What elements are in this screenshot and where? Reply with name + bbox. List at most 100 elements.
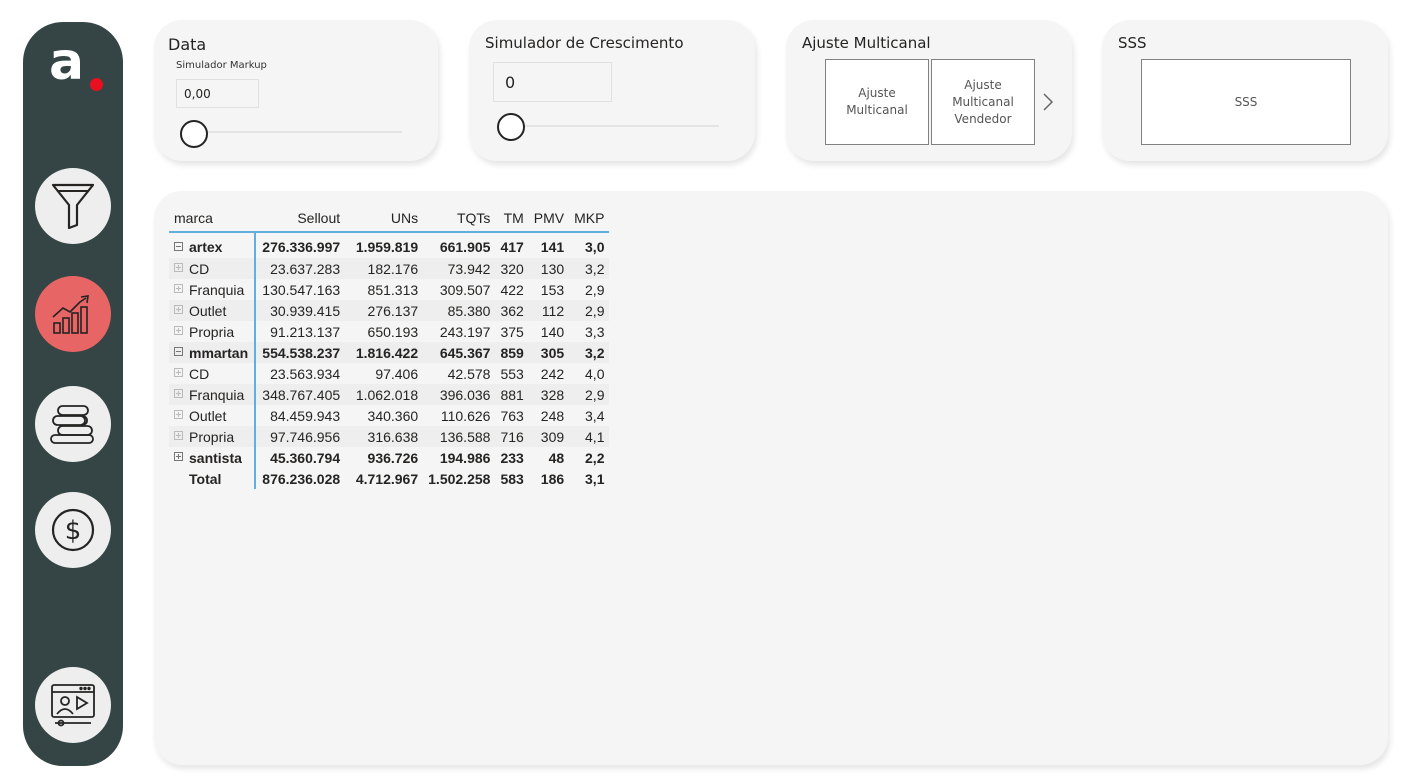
table-row: Propria 91.213.137 650.193 243.197 375 1… xyxy=(169,321,609,342)
row-label: Franquia xyxy=(169,279,257,300)
cell-uns: 936.726 xyxy=(367,449,419,466)
table-row: CD 23.637.283 182.176 73.942 320 130 3,2 xyxy=(169,258,610,279)
column-header-tqts[interactable]: TQTs xyxy=(423,205,496,233)
nav-filter-button[interactable] xyxy=(35,168,111,244)
expand-icon[interactable] xyxy=(174,263,183,273)
cell-tqts: 42.578 xyxy=(447,365,491,382)
expand-icon[interactable] xyxy=(174,410,183,420)
cell-uns: 316.638 xyxy=(345,426,424,447)
expand-icon[interactable] xyxy=(174,452,183,462)
cell-pmv: 153 xyxy=(540,281,565,298)
cell-pmv: 130 xyxy=(528,258,570,279)
cell-pmv: 141 xyxy=(540,239,565,255)
cell-tqts: 1.502.258 xyxy=(428,470,491,487)
multichannel-tile[interactable]: Ajuste Multicanal xyxy=(825,59,929,145)
cell-tqts: 309.507 xyxy=(439,281,491,298)
expand-icon[interactable] xyxy=(174,305,183,315)
column-header-pmv[interactable]: PMV xyxy=(528,205,570,233)
sales-matrix: marca Sellout UNs TQTs TM PMV MKP artex … xyxy=(169,205,610,489)
expand-icon[interactable] xyxy=(174,431,183,441)
matrix-header-row: marca Sellout UNs TQTs TM PMV MKP xyxy=(169,205,610,233)
cell-mkp: 3,0 xyxy=(585,239,605,255)
channel-name: CD xyxy=(189,260,210,277)
total-label: Total xyxy=(189,470,222,487)
markup-slider-handle[interactable] xyxy=(180,120,208,148)
cell-mkp: 4,1 xyxy=(569,426,610,447)
cell-uns: 1.816.422 xyxy=(345,342,424,363)
cell-tqts: 85.380 xyxy=(423,300,496,321)
brand-name: artex xyxy=(189,239,223,255)
cell-pmv: 242 xyxy=(540,365,565,382)
row-label: Total xyxy=(169,468,257,489)
brand-name: mmartan xyxy=(189,344,249,361)
nav-products-button[interactable] xyxy=(35,386,111,462)
column-header-uns[interactable]: UNs xyxy=(345,205,424,233)
nav-finance-button[interactable]: $ xyxy=(35,492,111,568)
table-row: Propria 97.746.956 316.638 136.588 716 3… xyxy=(169,426,610,447)
cell-uns: 182.176 xyxy=(345,258,424,279)
markup-slider-track[interactable] xyxy=(192,131,402,133)
collapse-icon[interactable] xyxy=(174,241,183,251)
sss-title: SSS xyxy=(1118,34,1147,52)
cell-pmv: 309 xyxy=(528,426,570,447)
channel-name: Propria xyxy=(189,428,235,445)
total-row: Total 876.236.028 4.712.967 1.502.258 58… xyxy=(169,468,609,489)
channel-name: CD xyxy=(189,365,210,382)
cell-uns: 340.360 xyxy=(367,407,419,424)
growth-slider-track[interactable] xyxy=(509,125,719,127)
cell-uns: 97.406 xyxy=(375,365,419,382)
multichannel-seller-tile[interactable]: Ajuste Multicanal Vendedor xyxy=(931,59,1035,145)
column-header-sellout[interactable]: Sellout xyxy=(255,205,346,233)
cell-mkp: 3,3 xyxy=(585,323,605,340)
cell-sellout: 276.336.997 xyxy=(262,239,341,255)
cell-tqts: 194.986 xyxy=(439,449,491,466)
column-header-tm[interactable]: TM xyxy=(495,205,529,233)
sss-tile[interactable]: SSS xyxy=(1141,59,1351,145)
column-header-mkp[interactable]: MKP xyxy=(569,205,610,233)
cell-tm: 881 xyxy=(495,384,529,405)
markup-input[interactable]: 0,00 xyxy=(176,79,259,108)
video-presentation-icon xyxy=(51,684,95,727)
cell-sellout: 30.939.415 xyxy=(255,300,346,321)
cell-tm: 859 xyxy=(495,342,529,363)
cell-tm: 553 xyxy=(500,365,524,382)
cell-sellout: 45.360.794 xyxy=(270,449,341,466)
cell-tm: 583 xyxy=(500,470,524,487)
cell-sellout: 23.563.934 xyxy=(270,365,341,382)
cell-mkp: 3,2 xyxy=(569,342,610,363)
cell-uns: 4.712.967 xyxy=(355,470,419,487)
cell-mkp: 3,2 xyxy=(569,258,610,279)
cell-pmv: 328 xyxy=(528,384,570,405)
expand-icon[interactable] xyxy=(174,326,183,336)
growth-input[interactable]: 0 xyxy=(493,62,612,102)
growth-simulator-title: Simulador de Crescimento xyxy=(485,34,684,52)
cell-mkp: 4,0 xyxy=(585,365,605,382)
logo-dot xyxy=(90,78,103,91)
data-card-title: Data xyxy=(168,35,207,54)
cell-tqts: 645.367 xyxy=(423,342,496,363)
expand-icon[interactable] xyxy=(174,368,183,378)
collapse-icon[interactable] xyxy=(174,347,183,357)
cell-pmv: 186 xyxy=(540,470,565,487)
nav-presentation-button[interactable] xyxy=(35,667,111,743)
growth-slider-handle[interactable] xyxy=(497,113,525,141)
sss-card: SSS SSS xyxy=(1102,20,1388,161)
cell-mkp: 2,2 xyxy=(585,449,605,466)
cell-sellout: 876.236.028 xyxy=(262,470,341,487)
cell-tm: 375 xyxy=(500,323,524,340)
column-header-marca[interactable]: marca xyxy=(169,205,256,233)
growth-simulator-card: Simulador de Crescimento 0 xyxy=(469,20,755,161)
table-row: artex 276.336.997 1.959.819 661.905 417 … xyxy=(169,232,609,258)
expand-icon[interactable] xyxy=(174,389,183,399)
chevron-right-icon[interactable] xyxy=(1042,92,1054,112)
cell-pmv: 248 xyxy=(540,407,565,424)
cell-pmv: 48 xyxy=(548,449,565,466)
row-label: santista xyxy=(169,447,257,468)
table-row: mmartan 554.538.237 1.816.422 645.367 85… xyxy=(169,342,610,363)
cell-pmv: 140 xyxy=(540,323,565,340)
expand-icon[interactable] xyxy=(174,284,183,294)
brand-logo: a xyxy=(49,36,109,104)
markup-label: Simulador Markup xyxy=(176,60,267,71)
nav-growth-button[interactable] xyxy=(35,276,111,352)
cell-uns: 276.137 xyxy=(345,300,424,321)
